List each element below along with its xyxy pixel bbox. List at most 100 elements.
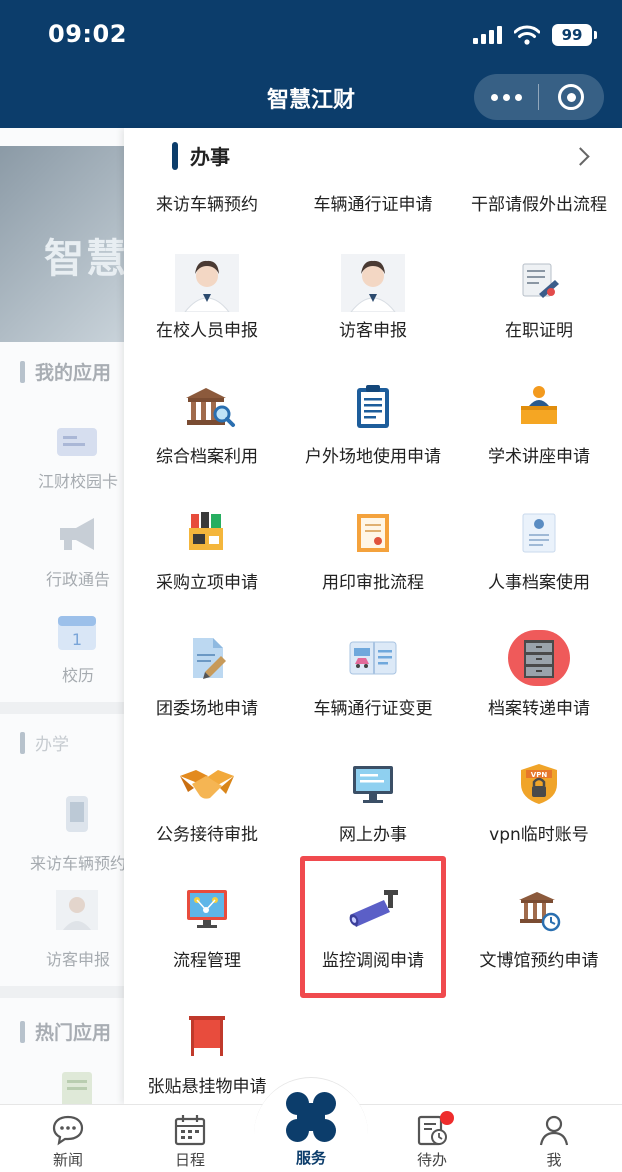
section-tab-label: 办学 [35, 735, 69, 755]
battery-indicator: 99 [552, 24, 597, 46]
user-icon [539, 1115, 569, 1146]
megaphone-icon [60, 518, 94, 550]
grid-item-label: 人事档案使用 [488, 573, 590, 593]
chevron-right-icon[interactable] [570, 142, 596, 170]
drawer-header[interactable]: 办事 [124, 128, 622, 184]
grid-item-purchase[interactable]: 采购立项申请 [124, 510, 290, 610]
museum-clock-icon [519, 892, 561, 932]
grid-item[interactable]: 干部请假外出流程 [456, 190, 622, 220]
grid-item[interactable]: 来访车辆预约 [124, 190, 290, 220]
grid-item-label: 采购立项申请 [156, 573, 258, 593]
grid-item-vpn-account[interactable]: VPN vpn临时账号 [456, 762, 622, 862]
person-photo-icon [175, 254, 239, 312]
tab-me[interactable]: 我 [492, 1105, 616, 1172]
grid-item-league-venue[interactable]: 团委场地申请 [124, 636, 290, 736]
grid-item-label: 流程管理 [173, 951, 241, 971]
chat-bubble-icon [52, 1115, 84, 1146]
tab-services[interactable]: 服务 [249, 1089, 373, 1172]
grid-item-label: 学术讲座申请 [488, 447, 590, 467]
purchase-icon [189, 512, 223, 550]
file-cabinet-icon [508, 630, 570, 686]
grid-item-outdoor-venue[interactable]: 户外场地使用申请 [290, 384, 456, 484]
section-title-hot-apps: 热门应用 [20, 1018, 111, 1045]
signal-icon [473, 26, 502, 44]
section-tab[interactable]: 办学 [20, 730, 69, 755]
grid-item-visitor-report[interactable]: 访客申报 [290, 254, 456, 358]
tab-label: 待办 [416, 1151, 447, 1169]
miniapp-capsule [474, 74, 604, 120]
grid-item-seal-approval[interactable]: 用印审批流程 [290, 510, 456, 610]
grid-item-employment-proof[interactable]: 在职证明 [456, 258, 622, 358]
bg-app-label[interactable]: 江财校园卡 [16, 468, 124, 492]
grid-item-label: 团委场地申请 [156, 699, 258, 719]
grid-item-label: 干部请假外出流程 [471, 195, 607, 215]
grid-item-label: 公务接待审批 [156, 825, 258, 845]
calendar-icon: 1 [58, 616, 96, 650]
grid-item-label: 档案转递申请 [488, 699, 590, 719]
grid-item-lecture[interactable]: 学术讲座申请 [456, 384, 622, 484]
monitor-icon [353, 766, 393, 803]
close-target-icon[interactable] [539, 74, 603, 120]
grid-item[interactable]: 车辆通行证申请 [290, 190, 456, 220]
grid-item-label: vpn临时账号 [489, 825, 589, 845]
grid-item-label: 用印审批流程 [322, 573, 424, 593]
status-time: 09:02 [48, 20, 127, 48]
person-icon [56, 890, 98, 930]
grid-item-label: 车辆通行证申请 [313, 195, 433, 215]
grid-item-onsite-report[interactable]: 在校人员申报 [124, 254, 290, 358]
tab-label: 新闻 [52, 1151, 83, 1169]
grid-item-personnel-file[interactable]: 人事档案使用 [456, 510, 622, 610]
tab-todo[interactable]: 待办 [370, 1105, 494, 1172]
grid-item-label: 户外场地使用申请 [305, 447, 441, 467]
section-title-label: 热门应用 [35, 1022, 112, 1044]
drawer-title: 办事 [190, 145, 230, 169]
tab-schedule[interactable]: 日程 [128, 1105, 252, 1172]
grid-item-workflow[interactable]: 流程管理 [124, 888, 290, 988]
tab-label: 我 [546, 1151, 562, 1169]
camera-icon [349, 890, 398, 927]
bg-app-label[interactable]: 行政通告 [16, 566, 124, 590]
document-edit-icon [193, 638, 226, 679]
grid-item-label: 监控调阅申请 [322, 951, 424, 971]
grid-item-label: 在校人员申报 [156, 321, 258, 341]
grid-item-museum-booking[interactable]: 文博馆预约申请 [456, 888, 622, 988]
bottom-tab-bar: 新闻 日程 服务 待办 我 [0, 1077, 622, 1172]
phone-car-icon [66, 796, 88, 832]
bg-app-label[interactable]: 来访车辆预约 [16, 850, 124, 874]
workflow-screen-icon [187, 890, 227, 928]
vpn-shield-icon: VPN [521, 764, 557, 804]
tab-news[interactable]: 新闻 [6, 1105, 130, 1172]
grid-item-label: 文博馆预约申请 [479, 951, 599, 971]
status-icons: 99 [473, 24, 597, 46]
grid-item-label: 车辆通行证变更 [313, 699, 433, 719]
more-icon[interactable] [474, 74, 538, 120]
clover-icon [286, 1092, 336, 1142]
grid-item-label: 网上办事 [339, 825, 407, 845]
banner-flag-icon [189, 1016, 225, 1056]
services-drawer: 办事 来访车辆预约 车辆通行证申请 干部请假外出流程 在校人员申报 访客申报 在… [124, 128, 622, 1104]
grid-item-online-service[interactable]: 网上办事 [290, 762, 456, 862]
bg-app-label[interactable]: 访客申报 [16, 946, 124, 970]
card-icon [57, 428, 97, 456]
grid-item-vehicle-pass-change[interactable]: 车辆通行证变更 [290, 636, 456, 736]
section-divider [0, 702, 124, 714]
vehicle-pass-icon [349, 641, 397, 675]
banner-text: 智慧 [44, 236, 124, 282]
tab-label: 服务 [295, 1149, 326, 1167]
person-photo-icon [341, 254, 405, 312]
notification-dot [440, 1111, 454, 1125]
svg-text:1: 1 [72, 630, 82, 649]
grid-item-label: 综合档案利用 [156, 447, 258, 467]
grid-item-cctv-request[interactable]: 监控调阅申请 [290, 888, 456, 988]
tab-label: 日程 [174, 1151, 205, 1169]
grid-item-reception[interactable]: 公务接待审批 [124, 762, 290, 862]
background-page: 智慧 我的应用 江财校园卡 行政通告 1 校历 办学 来访车辆预约 访客申报 热… [0, 128, 124, 1104]
grid-item-archive-use[interactable]: 综合档案利用 [124, 384, 290, 484]
section-divider [0, 986, 124, 998]
grid-item-label: 访客申报 [339, 321, 407, 341]
grid-item-label: 在职证明 [505, 321, 573, 341]
personnel-file-icon [522, 513, 556, 553]
bg-app-label[interactable]: 校历 [16, 662, 124, 686]
grid-item-archive-transfer[interactable]: 档案转递申请 [456, 630, 622, 736]
section-title-my-apps: 我的应用 [20, 358, 111, 385]
